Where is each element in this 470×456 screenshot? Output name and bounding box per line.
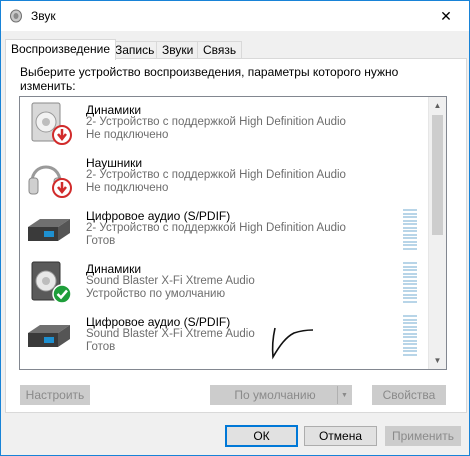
title-bar[interactable]: Звук ✕ <box>1 1 469 31</box>
tab-label: Воспроизведение <box>11 42 111 56</box>
device-description: Sound Blaster X-Fi Xtreme Audio <box>86 275 255 287</box>
window-title: Звук <box>31 9 56 23</box>
device-status: Не подключено <box>86 182 169 194</box>
close-button[interactable]: ✕ <box>431 5 461 27</box>
device-item[interactable]: Динамики 2- Устройство с поддержкой High… <box>20 97 428 150</box>
properties-button[interactable]: Свойства <box>372 385 446 405</box>
instruction-text: Выберите устройство воспроизведения, пар… <box>20 65 399 93</box>
cancel-button[interactable]: Отмена <box>304 426 377 446</box>
device-name: Цифровое аудио (S/PDIF) <box>86 209 231 223</box>
set-default-split-button[interactable]: По умолчанию ▼ <box>210 385 352 405</box>
tab-communications[interactable]: Связь <box>197 41 243 59</box>
vertical-scrollbar[interactable]: ▲ ▼ <box>428 97 446 369</box>
close-icon: ✕ <box>440 7 452 24</box>
device-name: Динамики <box>86 262 142 276</box>
dropdown-arrow-icon[interactable]: ▼ <box>337 386 351 404</box>
volume-meter <box>403 209 417 251</box>
device-status: Не подключено <box>86 129 169 141</box>
device-description: Sound Blaster X-Fi Xtreme Audio <box>86 328 255 340</box>
headphones-icon <box>28 165 72 198</box>
device-list[interactable]: Динамики 2- Устройство с поддержкой High… <box>19 96 447 370</box>
device-item[interactable]: Цифровое аудио (S/PDIF) 2- Устройство с … <box>20 203 428 256</box>
speaker-app-icon <box>10 9 22 23</box>
device-item[interactable]: Цифровое аудио (S/PDIF) Sound Blaster X-… <box>20 309 428 362</box>
disconnected-badge-icon <box>52 178 72 198</box>
tab-recording[interactable]: Запись <box>109 41 161 59</box>
speaker-icon <box>31 102 72 145</box>
digital-audio-icon <box>28 325 70 347</box>
playback-panel: Выберите устройство воспроизведения, пар… <box>5 58 467 413</box>
apply-button[interactable]: Применить <box>385 426 461 446</box>
default-check-badge-icon <box>52 284 72 304</box>
device-name: Динамики <box>86 103 142 117</box>
device-description: 2- Устройство с поддержкой High Definiti… <box>86 116 346 128</box>
scroll-thumb[interactable] <box>432 115 443 235</box>
device-name: Цифровое аудио (S/PDIF) <box>86 315 231 329</box>
speaker-icon <box>31 261 72 304</box>
device-status: Устройство по умолчанию <box>86 288 226 300</box>
handwritten-scribble <box>271 327 314 360</box>
tab-playback[interactable]: Воспроизведение <box>5 39 117 60</box>
ok-button[interactable]: ОК <box>225 425 298 447</box>
tab-label: Связь <box>203 43 237 57</box>
tab-label: Звуки <box>162 43 194 57</box>
volume-meter <box>403 262 417 304</box>
disconnected-badge-icon <box>52 125 72 145</box>
sound-dialog: Звук ✕ Воспроизведение Запись Звуки Связ… <box>0 0 470 456</box>
device-description: 2- Устройство с поддержкой High Definiti… <box>86 169 346 181</box>
device-name: Наушники <box>86 156 143 170</box>
tab-sounds[interactable]: Звуки <box>156 41 200 59</box>
scroll-down-arrow-icon[interactable]: ▼ <box>429 352 446 369</box>
volume-meter <box>403 315 417 357</box>
device-item[interactable]: Наушники 2- Устройство с поддержкой High… <box>20 150 428 203</box>
configure-button[interactable]: Настроить <box>20 385 90 405</box>
device-status: Готов <box>86 341 116 353</box>
scroll-up-arrow-icon[interactable]: ▲ <box>429 97 446 114</box>
device-status: Готов <box>86 235 116 247</box>
tab-label: Запись <box>115 43 155 57</box>
set-default-label: По умолчанию <box>234 388 316 402</box>
digital-audio-icon <box>28 219 70 241</box>
device-description: 2- Устройство с поддержкой High Definiti… <box>86 222 346 234</box>
device-item[interactable]: Динамики Sound Blaster X-Fi Xtreme Audio… <box>20 256 428 309</box>
